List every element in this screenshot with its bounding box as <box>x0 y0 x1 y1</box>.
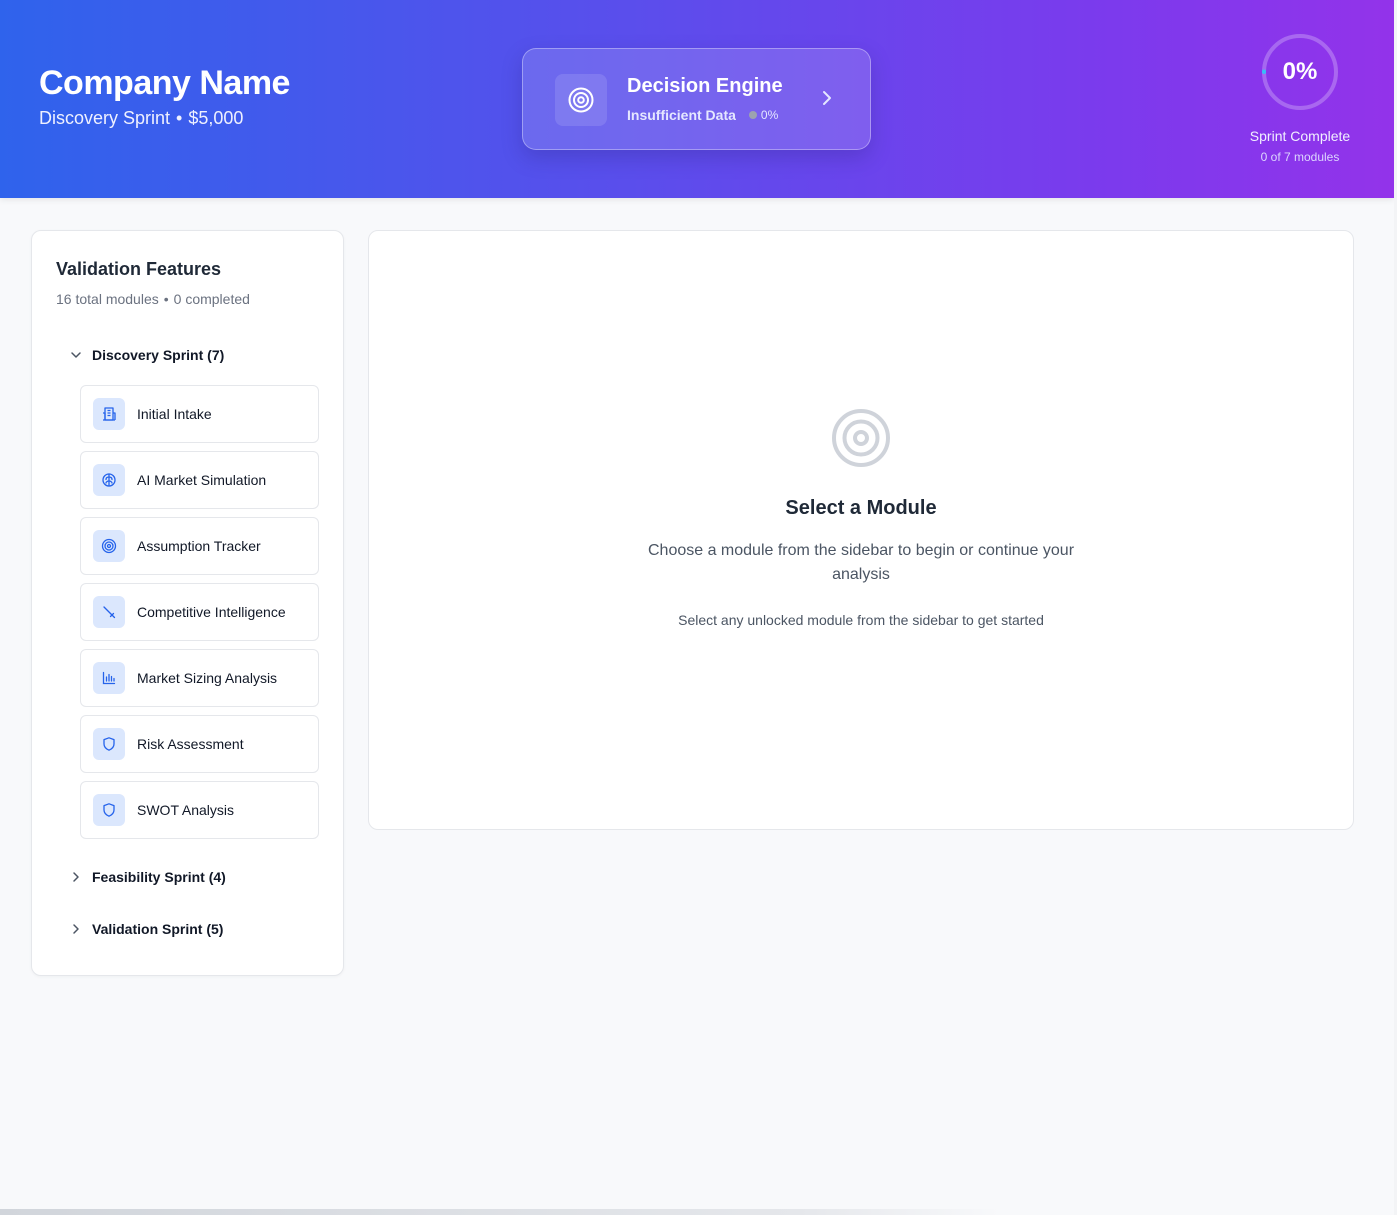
module-competitive-intelligence[interactable]: Competitive Intelligence <box>80 583 319 641</box>
module-label: Initial Intake <box>137 406 212 422</box>
empty-state-hint: Select any unlocked module from the side… <box>678 612 1044 628</box>
decision-engine-title: Decision Engine <box>627 75 783 97</box>
separator: • <box>176 108 183 128</box>
decision-engine-status: Insufficient Data 0% <box>627 107 778 123</box>
progress-count: 0 of 7 modules <box>1260 150 1340 164</box>
completed-modules: 0 completed <box>173 291 250 307</box>
group-label: Validation Sprint (5) <box>92 921 224 937</box>
separator: • <box>163 291 169 307</box>
sprint-progress: 0% Sprint Complete 0 of 7 modules <box>1240 32 1360 164</box>
module-label: Assumption Tracker <box>137 538 261 554</box>
company-name: Company Name <box>39 64 290 102</box>
building-icon <box>93 398 125 430</box>
sidebar-title: Validation Features <box>56 259 222 279</box>
sidebar: Validation Features 16 total modules • 0 c… <box>31 230 344 976</box>
module-swot-analysis[interactable]: SWOT Analysis <box>80 781 319 839</box>
status-dot <box>748 111 757 119</box>
shield-icon <box>93 794 125 826</box>
bar-chart-icon <box>93 662 125 694</box>
header-banner: Company Name Discovery Sprint • $5,000 Dec… <box>0 0 1394 198</box>
sword-icon <box>93 596 125 628</box>
brain-icon <box>93 464 125 496</box>
company-info: Company Name Discovery Sprint • $5,000 <box>39 62 290 129</box>
group-validation-sprint[interactable]: Validation Sprint (5) <box>70 919 223 939</box>
module-label: Competitive Intelligence <box>137 604 286 620</box>
group-label: Feasibility Sprint (4) <box>92 869 226 885</box>
sprint-subtitle: Discovery Sprint • $5,000 <box>39 108 290 129</box>
module-initial-intake[interactable]: Initial Intake <box>80 385 319 443</box>
group-label: Discovery Sprint (7) <box>92 347 225 363</box>
chevron-right-icon <box>820 89 834 112</box>
module-label: Risk Assessment <box>137 736 244 752</box>
sidebar-summary: 16 total modules • 0 completed <box>56 291 250 307</box>
module-risk-assessment[interactable]: Risk Assessment <box>80 715 319 773</box>
shield-icon <box>93 728 125 760</box>
empty-state-title: Select a Module <box>785 497 937 519</box>
progress-percent: 0% <box>1282 58 1318 85</box>
group-discovery-sprint[interactable]: Discovery Sprint (7) <box>70 345 224 365</box>
target-icon <box>93 530 125 562</box>
total-modules: 16 total modules <box>56 291 159 307</box>
empty-state-description: Choose a module from the sidebar to begi… <box>647 542 1075 583</box>
decision-engine-percent: 0% <box>760 108 779 122</box>
horizontal-scrollbar[interactable] <box>0 1209 1000 1215</box>
module-assumption-tracker[interactable]: Assumption Tracker <box>80 517 319 575</box>
chevron-down-icon <box>70 349 82 361</box>
group-feasibility-sprint[interactable]: Feasibility Sprint (4) <box>70 867 226 887</box>
sprint-price: $5,000 <box>188 108 244 128</box>
target-icon <box>555 74 607 126</box>
target-icon <box>831 408 891 473</box>
main-panel: Select a Module Choose a module from the… <box>368 230 1354 830</box>
module-label: SWOT Analysis <box>137 802 234 818</box>
decision-engine-status-text: Insufficient Data <box>627 107 736 123</box>
module-market-sizing-analysis[interactable]: Market Sizing Analysis <box>80 649 319 707</box>
decision-engine-card[interactable]: Decision Engine Insufficient Data 0% <box>522 48 871 150</box>
progress-label: Sprint Complete <box>1249 128 1351 144</box>
chevron-right-icon <box>70 923 82 935</box>
module-ai-market-simulation[interactable]: AI Market Simulation <box>80 451 319 509</box>
module-label: AI Market Simulation <box>137 472 267 488</box>
progress-ring: 0% <box>1260 32 1340 112</box>
chevron-right-icon <box>70 871 82 883</box>
sprint-name: Discovery Sprint <box>39 108 171 128</box>
module-label: Market Sizing Analysis <box>137 670 278 686</box>
